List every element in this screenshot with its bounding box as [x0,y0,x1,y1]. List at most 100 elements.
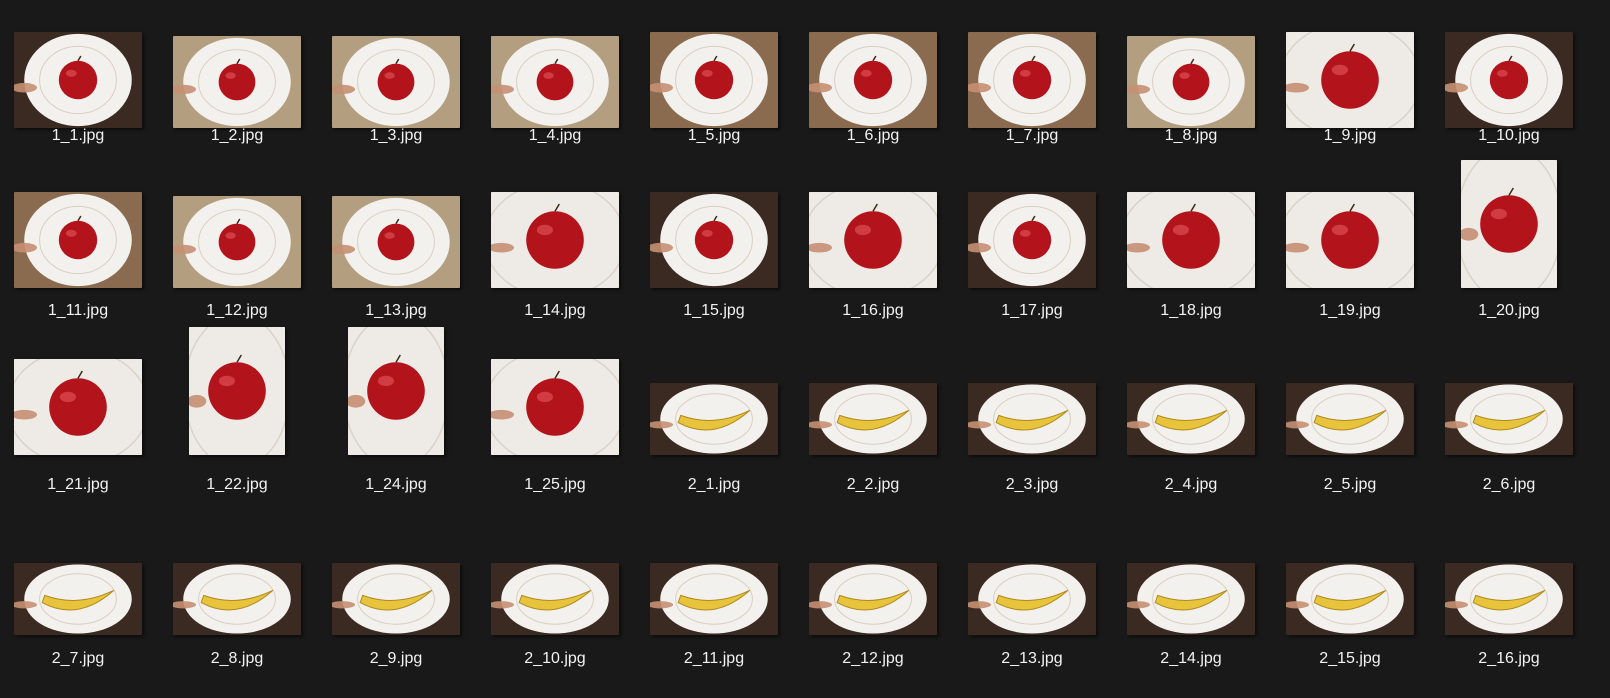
file-tile[interactable]: 1_10.jpg [1443,18,1575,178]
image-thumbnail[interactable] [14,32,142,128]
file-tile[interactable]: 1_19.jpg [1284,178,1416,338]
file-tile[interactable]: 1_15.jpg [648,178,780,338]
file-tile[interactable]: 2_8.jpg [171,525,303,685]
file-tile[interactable]: 1_13.jpg [330,178,462,338]
thumbnail-area [648,178,780,288]
thumbnail-area [12,178,144,288]
file-tile[interactable]: 1_7.jpg [966,18,1098,178]
image-thumbnail[interactable] [968,192,1096,288]
file-name-label: 1_15.jpg [683,302,745,319]
image-thumbnail[interactable] [809,32,937,128]
image-thumbnail[interactable] [1445,563,1573,635]
file-tile[interactable]: 2_12.jpg [807,525,939,685]
file-tile[interactable]: 2_16.jpg [1443,525,1575,685]
image-thumbnail[interactable] [809,383,937,455]
image-thumbnail[interactable] [332,36,460,128]
image-thumbnail[interactable] [491,563,619,635]
image-thumbnail[interactable] [348,327,444,455]
image-thumbnail[interactable] [173,563,301,635]
file-tile[interactable]: 2_15.jpg [1284,525,1416,685]
image-thumbnail[interactable] [968,383,1096,455]
thumbnail-area [330,178,462,288]
file-tile[interactable]: 1_2.jpg [171,18,303,178]
file-tile[interactable]: 1_14.jpg [489,178,621,338]
image-thumbnail[interactable] [1445,383,1573,455]
image-thumbnail[interactable] [491,359,619,455]
image-thumbnail[interactable] [650,192,778,288]
file-tile[interactable]: 2_11.jpg [648,525,780,685]
image-thumbnail[interactable] [173,36,301,128]
image-thumbnail[interactable] [491,192,619,288]
image-thumbnail[interactable] [650,32,778,128]
image-thumbnail[interactable] [809,563,937,635]
image-thumbnail[interactable] [650,563,778,635]
image-thumbnail[interactable] [1461,160,1557,288]
thumbnail-area [171,18,303,128]
thumbnail-area [330,18,462,128]
thumbnail-area [807,178,939,288]
image-thumbnail[interactable] [1127,563,1255,635]
file-tile[interactable]: 2_1.jpg [648,345,780,505]
thumbnail-area [330,525,462,635]
thumbnail-area [807,525,939,635]
image-thumbnail[interactable] [968,32,1096,128]
file-tile[interactable]: 1_25.jpg [489,345,621,505]
file-tile[interactable]: 1_21.jpg [12,345,144,505]
thumbnail-area [1125,18,1257,128]
file-name-label: 1_16.jpg [842,302,904,319]
thumbnail-area [12,18,144,128]
image-thumbnail[interactable] [1286,563,1414,635]
file-tile[interactable]: 1_16.jpg [807,178,939,338]
image-thumbnail[interactable] [1127,383,1255,455]
file-tile[interactable]: 1_22.jpg [171,327,303,505]
file-name-label: 1_4.jpg [528,127,582,144]
file-tile[interactable]: 2_13.jpg [966,525,1098,685]
file-tile[interactable]: 2_4.jpg [1125,345,1257,505]
file-tile[interactable]: 2_10.jpg [489,525,621,685]
image-thumbnail[interactable] [650,383,778,455]
image-thumbnail[interactable] [332,196,460,288]
image-thumbnail[interactable] [332,563,460,635]
file-tile[interactable]: 1_5.jpg [648,18,780,178]
image-thumbnail[interactable] [491,36,619,128]
image-thumbnail[interactable] [14,563,142,635]
thumbnail-area [648,525,780,635]
image-thumbnail[interactable] [14,359,142,455]
file-tile[interactable]: 1_24.jpg [330,327,462,505]
file-tile[interactable]: 2_5.jpg [1284,345,1416,505]
file-tile[interactable]: 1_11.jpg [12,178,144,338]
file-name-label: 2_6.jpg [1482,476,1536,493]
file-tile[interactable]: 1_20.jpg [1443,160,1575,338]
file-name-label: 2_11.jpg [683,650,745,667]
file-tile[interactable]: 1_9.jpg [1284,18,1416,178]
file-tile[interactable]: 2_2.jpg [807,345,939,505]
image-thumbnail[interactable] [1286,383,1414,455]
file-tile[interactable]: 1_6.jpg [807,18,939,178]
file-tile[interactable]: 1_4.jpg [489,18,621,178]
file-tile[interactable]: 2_7.jpg [12,525,144,685]
file-tile[interactable]: 1_1.jpg [12,18,144,178]
image-thumbnail[interactable] [1286,192,1414,288]
image-thumbnail[interactable] [968,563,1096,635]
image-thumbnail[interactable] [1445,32,1573,128]
file-tile[interactable]: 1_3.jpg [330,18,462,178]
file-name-label: 1_22.jpg [206,476,268,493]
file-tile[interactable]: 1_8.jpg [1125,18,1257,178]
image-thumbnail[interactable] [173,196,301,288]
file-tile[interactable]: 2_14.jpg [1125,525,1257,685]
file-name-label: 2_2.jpg [846,476,900,493]
file-tile[interactable]: 1_18.jpg [1125,178,1257,338]
thumbnail-area [171,178,303,288]
file-tile[interactable]: 1_12.jpg [171,178,303,338]
image-thumbnail[interactable] [14,192,142,288]
file-name-label: 2_13.jpg [1001,650,1063,667]
file-tile[interactable]: 2_9.jpg [330,525,462,685]
file-tile[interactable]: 2_3.jpg [966,345,1098,505]
image-thumbnail[interactable] [1127,36,1255,128]
image-thumbnail[interactable] [1286,32,1414,128]
image-thumbnail[interactable] [189,327,285,455]
image-thumbnail[interactable] [809,192,937,288]
file-tile[interactable]: 1_17.jpg [966,178,1098,338]
file-tile[interactable]: 2_6.jpg [1443,345,1575,505]
image-thumbnail[interactable] [1127,192,1255,288]
